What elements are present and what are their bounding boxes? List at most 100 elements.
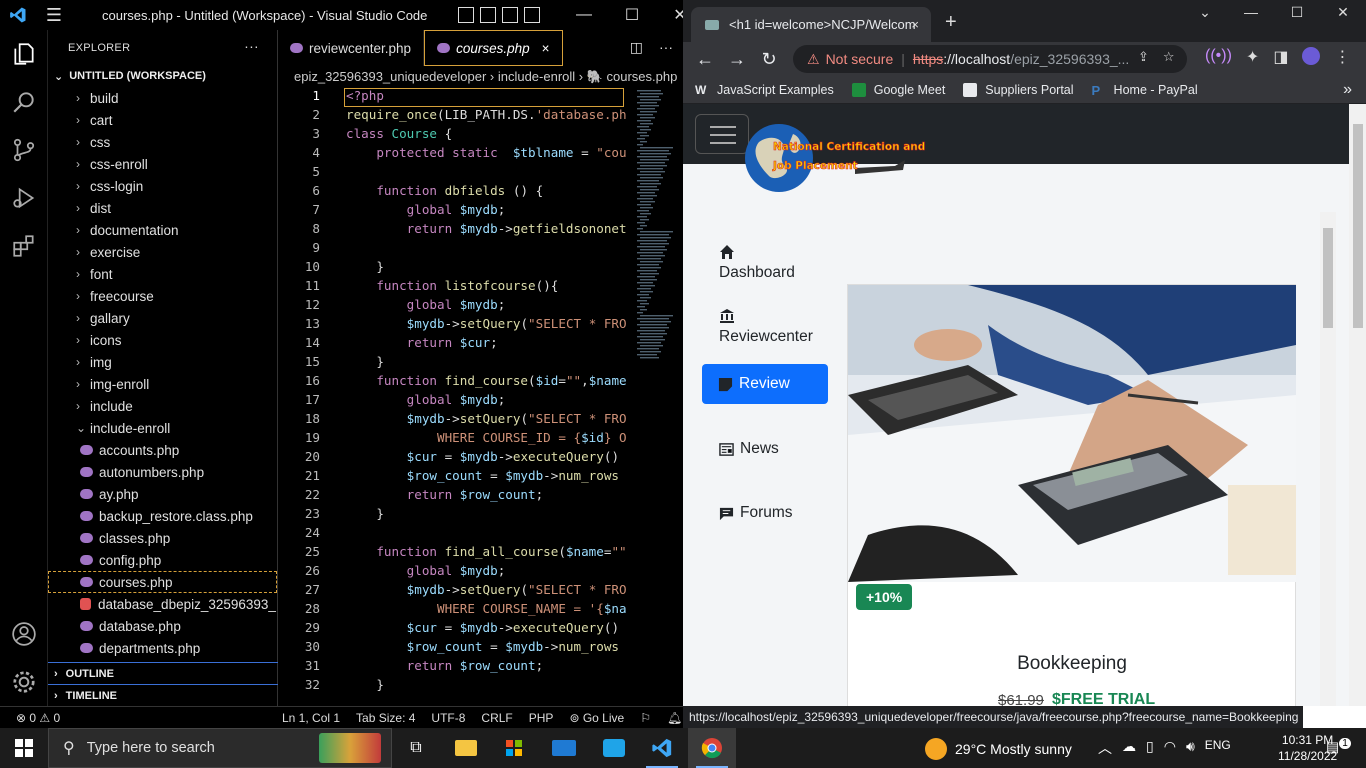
folder-item[interactable]: › include [48,395,277,417]
code-line[interactable]: 8 return $mydb->getfieldsononetable [278,221,683,240]
notifications-bell-icon[interactable]: 🔔︎ [667,711,682,725]
folder-item[interactable]: › img-enroll [48,373,277,395]
forward-arrow-icon[interactable]: → [721,49,753,70]
folder-item[interactable]: › exercise [48,241,277,263]
breadcrumb[interactable]: epiz_32596393_uniquedeveloper › include-… [278,66,683,88]
page-scrollbar[interactable] [1349,104,1366,706]
reload-icon[interactable]: ↻ [753,49,785,70]
share-icon[interactable]: ⇪ [1138,49,1149,65]
problems-indicator[interactable]: ⊗ 0 ⚠ 0 [16,711,60,725]
workspace-root[interactable]: ⌄ UNTITLED (WORKSPACE) [48,65,277,87]
feedback-icon[interactable]: ⚐ [640,711,651,725]
file-item[interactable]: autonumbers.php [48,461,277,483]
toggle-secondary-sidebar-icon[interactable] [502,7,518,23]
language-indicator[interactable]: ENG [1205,738,1231,758]
file-item[interactable]: config.php [48,549,277,571]
code-line[interactable]: 32 } [278,677,683,696]
code-line[interactable]: 15 } [278,354,683,373]
folder-item[interactable]: › img [48,351,277,373]
toggle-panel-icon[interactable] [480,7,496,23]
hamburger-menu-icon[interactable]: ☰ [36,0,72,30]
folder-item[interactable]: › font [48,263,277,285]
tab-size[interactable]: Tab Size: 4 [356,711,415,725]
folder-item[interactable]: › css [48,131,277,153]
code-line[interactable]: 29 $cur = $mydb->executeQuery() [278,620,683,639]
profile-avatar[interactable] [1302,47,1321,65]
folder-item[interactable]: › cart [48,109,277,131]
code-line[interactable]: 5 [278,164,683,183]
file-item[interactable]: database_dbepiz_32596393_... [48,593,277,615]
maximize-icon[interactable]: ☐ [608,0,656,30]
folder-item[interactable]: › css-enroll [48,153,277,175]
maximize-icon[interactable]: ☐ [1274,2,1320,22]
explorer-more-icon[interactable]: ··· [244,38,259,65]
onedrive-cloud-icon[interactable]: ☁ [1122,738,1136,758]
file-item[interactable]: ay.php [48,483,277,505]
back-arrow-icon[interactable]: ← [689,49,721,70]
volume-icon[interactable]: 🔊︎ [1186,738,1195,758]
minimap[interactable] [633,88,673,363]
customize-layout-icon[interactable] [524,7,540,23]
code-line[interactable]: 21 $row_count = $mydb->num_rows [278,468,683,487]
remote-desktop-icon[interactable] [590,728,638,768]
code-line[interactable]: 19 WHERE COURSE_ID = {$id} OR [278,430,683,449]
more-actions-icon[interactable]: ··· [659,39,673,56]
code-line[interactable]: 11 function listofcourse(){ [278,278,683,297]
chrome-menu-icon[interactable]: ⋮ [1334,47,1350,67]
folder-item[interactable]: › icons [48,329,277,351]
manage-gear-icon[interactable] [0,658,48,706]
bookmark-star-icon[interactable]: ☆ [1163,49,1175,65]
code-line[interactable]: 28 WHERE COURSE_NAME = '{$name [278,601,683,620]
folder-item[interactable]: › dist [48,197,277,219]
battery-icon[interactable]: ▯ [1146,738,1154,758]
file-item[interactable]: backup_restore.class.php [48,505,277,527]
course-card[interactable]: +10% Bookkeeping $61.99 $FREE TRIAL [847,284,1296,706]
code-line[interactable]: 10 } [278,259,683,278]
minimize-icon[interactable]: — [1228,2,1274,22]
menu-item-review[interactable]: Review [702,364,828,404]
encoding[interactable]: UTF-8 [431,711,465,725]
cursor-position[interactable]: Ln 1, Col 1 [282,711,340,725]
code-line[interactable]: 27 $mydb->setQuery("SELECT * FROM [278,582,683,601]
bookmarks-overflow-icon[interactable]: » [1343,81,1352,99]
close-tab-icon[interactable]: × [911,17,919,32]
wifi-icon[interactable]: ◠ [1164,738,1176,758]
split-editor-icon[interactable]: ◫ [630,39,643,56]
file-item[interactable]: departments.php [48,637,277,659]
tab-close-icon[interactable]: × [542,41,550,56]
code-line[interactable]: 30 $row_count = $mydb->num_rows [278,639,683,658]
folder-item[interactable]: › build [48,87,277,109]
close-icon[interactable]: ✕ [1320,2,1366,22]
code-line[interactable]: 20 $cur = $mydb->executeQuery() [278,449,683,468]
file-explorer-icon[interactable] [442,728,490,768]
extensions-puzzle-icon[interactable]: ✦ [1246,47,1259,67]
code-line[interactable]: 18 $mydb->setQuery("SELECT * FROM [278,411,683,430]
file-item[interactable]: courses.php [48,571,277,593]
side-panel-icon[interactable]: ◨ [1273,47,1288,67]
taskbar-search-input[interactable]: ⚲ Type here to search [48,728,392,768]
source-control-icon[interactable] [0,126,48,174]
cast-extension-icon[interactable]: ((•)) [1205,47,1232,67]
page-scrollbar-thumb[interactable] [1353,124,1363,328]
mail-icon[interactable] [540,728,588,768]
folder-item[interactable]: › freecourse [48,285,277,307]
folder-item[interactable]: › gallary [48,307,277,329]
taskbar-vscode-icon[interactable] [638,728,686,768]
minimize-icon[interactable]: — [560,0,608,30]
code-line[interactable]: 4 protected static $tblname = "course" [278,145,683,164]
file-item[interactable]: classes.php [48,527,277,549]
inner-scrollbar-thumb[interactable] [1323,228,1333,328]
menu-item-dashboard[interactable]: Dashboard [719,244,845,282]
tab-search-icon[interactable]: ⌄ [1182,2,1228,22]
tab-reviewcenter[interactable]: reviewcenter.php [278,30,425,66]
code-line[interactable]: 25 function find_all_course($name="" [278,544,683,563]
menu-item-news[interactable]: News [719,440,845,458]
new-tab-button[interactable]: + [945,11,957,34]
file-item[interactable]: database.php [48,615,277,637]
code-line[interactable]: 2 require_once(LIB_PATH.DS.'database.php' [278,107,683,126]
microsoft-store-icon[interactable] [490,728,538,768]
toggle-primary-sidebar-icon[interactable] [458,7,474,23]
folder-item[interactable]: › css-login [48,175,277,197]
folder-item[interactable]: ⌄ include-enroll [48,417,277,439]
weather-widget[interactable]: 29°C Mostly sunny [925,738,1072,760]
